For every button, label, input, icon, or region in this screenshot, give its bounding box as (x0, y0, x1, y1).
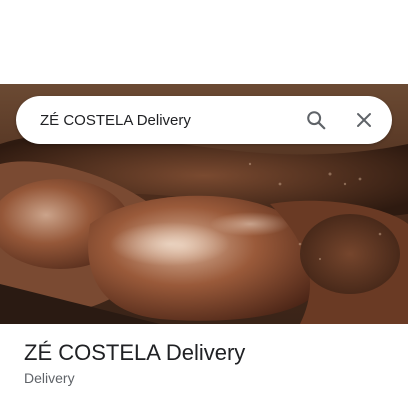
top-blank-area (0, 0, 408, 84)
search-button[interactable] (292, 96, 340, 144)
search-bar[interactable]: ZÉ COSTELA Delivery (16, 96, 392, 144)
close-button[interactable] (340, 96, 388, 144)
search-icon (307, 111, 326, 130)
place-title: ZÉ COSTELA Delivery (24, 340, 246, 365)
close-icon (357, 113, 371, 127)
search-input[interactable]: ZÉ COSTELA Delivery (16, 112, 292, 129)
place-category: Delivery (24, 370, 75, 386)
